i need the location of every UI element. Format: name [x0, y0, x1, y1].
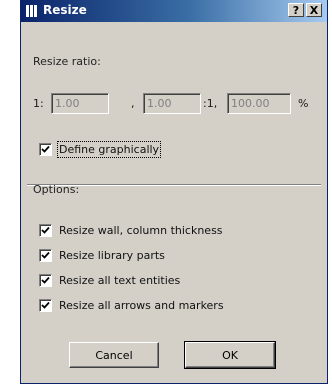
help-button[interactable]: ?	[288, 3, 304, 17]
options-label: Options:	[33, 183, 80, 196]
dialog-body: Resize ratio: 1: 1.00 , 1.00 :1, 100.00 …	[21, 22, 327, 383]
percent-sign: %	[298, 97, 309, 110]
checkmark-icon	[41, 301, 50, 309]
resize-ratio-label: Resize ratio:	[33, 55, 101, 68]
close-button[interactable]: X	[306, 3, 322, 17]
ratio-separator-2: :1,	[203, 97, 218, 110]
library-parts-checkbox[interactable]	[39, 248, 52, 262]
checkmark-icon	[41, 226, 50, 234]
checkmark-icon	[41, 145, 50, 153]
wall-thickness-checkbox[interactable]	[39, 223, 52, 237]
define-graphically-checkbox[interactable]	[39, 142, 52, 156]
app-icon	[26, 5, 38, 17]
title-bar[interactable]: Resize ? X	[21, 0, 327, 22]
option-row-arrows-markers[interactable]: Resize all arrows and markers	[39, 297, 224, 313]
arrows-markers-checkbox[interactable]	[39, 298, 52, 312]
ratio-field-1[interactable]: 1.00	[51, 93, 109, 114]
cancel-button[interactable]: Cancel	[69, 342, 159, 368]
ratio-separator-1: ,	[131, 97, 135, 110]
text-entities-checkbox[interactable]	[39, 273, 52, 287]
option-row-text-entities[interactable]: Resize all text entities	[39, 272, 180, 288]
arrows-markers-label[interactable]: Resize all arrows and markers	[59, 299, 224, 312]
ok-button[interactable]: OK	[184, 341, 276, 369]
text-entities-label[interactable]: Resize all text entities	[59, 274, 180, 287]
ratio-prefix: 1:	[33, 97, 44, 110]
option-row-wall-thickness[interactable]: Resize wall, column thickness	[39, 222, 223, 238]
checkmark-icon	[41, 276, 50, 284]
dialog-title: Resize	[43, 3, 87, 17]
ratio-field-3[interactable]: 100.00	[227, 93, 291, 114]
library-parts-label[interactable]: Resize library parts	[59, 249, 165, 262]
define-graphically-checkbox-row[interactable]: Define graphically	[39, 140, 162, 158]
option-row-library-parts[interactable]: Resize library parts	[39, 247, 165, 263]
ratio-row: 1: 1.00 , 1.00 :1, 100.00 %	[33, 93, 323, 115]
checkmark-icon	[41, 251, 50, 259]
define-graphically-label[interactable]: Define graphically	[56, 140, 162, 158]
ratio-field-2[interactable]: 1.00	[143, 93, 201, 114]
resize-dialog: Resize ? X Resize ratio: 1: 1.00 , 1.00 …	[20, 0, 328, 384]
wall-thickness-label[interactable]: Resize wall, column thickness	[59, 224, 223, 237]
